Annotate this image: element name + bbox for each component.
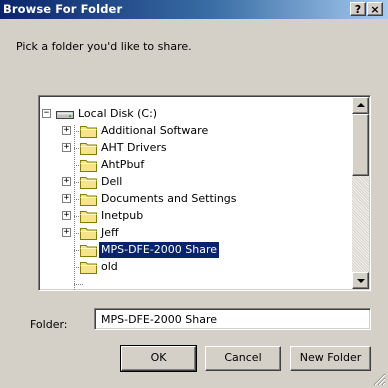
cancel-button[interactable]: Cancel: [205, 346, 281, 371]
tree-folder-node[interactable]: + Inetpub: [39, 208, 339, 224]
expand-icon[interactable]: +: [62, 126, 71, 135]
tree-folder-node[interactable]: MPS-DFE-2000 Share: [39, 242, 339, 258]
tree-root-node[interactable]: − Local Disk (C:): [39, 106, 239, 122]
tree-folder-node[interactable]: old: [39, 259, 339, 275]
title-bar[interactable]: Browse For Folder ? ×: [0, 0, 388, 19]
folder-icon: [80, 228, 97, 240]
drive-icon: [56, 111, 74, 119]
tree-node-label: MPS-DFE-2000 Share: [99, 242, 220, 258]
scroll-up-button[interactable]: [352, 97, 369, 114]
tree-folder-node[interactable]: AhtPbuf: [39, 157, 339, 173]
expand-icon[interactable]: +: [62, 228, 71, 237]
folder-icon: [80, 194, 97, 206]
tree-node-label: Local Disk (C:): [78, 107, 158, 120]
expand-icon[interactable]: +: [62, 177, 71, 186]
tree-folder-node[interactable]: + Jeff: [39, 225, 339, 241]
vertical-scrollbar[interactable]: [352, 97, 369, 289]
resize-grip-icon[interactable]: [372, 372, 386, 386]
tree-node-label: old: [101, 260, 118, 273]
tree-node-label: AHT Drivers: [101, 141, 167, 154]
tree-node-label: Dell: [101, 175, 123, 188]
tree-node-label: Documents and Settings: [101, 192, 237, 205]
tree-folder-node[interactable]: + Documents and Settings: [39, 191, 339, 207]
help-button[interactable]: ?: [350, 2, 366, 16]
folder-tree[interactable]: − Local Disk (C:) + Additional Software + A…: [38, 95, 371, 291]
tree-node-label: Inetpub: [101, 209, 144, 222]
folder-field-label: Folder:: [30, 318, 68, 331]
folder-icon: [80, 262, 97, 274]
expand-icon[interactable]: +: [62, 143, 71, 152]
tree-folder-node[interactable]: + Additional Software: [39, 123, 339, 139]
instruction-text: Pick a folder you'd like to share.: [16, 40, 192, 53]
collapse-icon[interactable]: −: [42, 109, 51, 118]
expand-icon[interactable]: +: [62, 211, 71, 220]
tree-node-label: Additional Software: [101, 124, 209, 137]
tree-node-label: AhtPbuf: [101, 158, 145, 171]
scroll-thumb[interactable]: [352, 114, 369, 176]
folder-icon: [80, 160, 97, 172]
expand-icon[interactable]: +: [62, 194, 71, 203]
new-folder-button[interactable]: New Folder: [290, 346, 371, 371]
folder-icon: [80, 211, 97, 223]
window-title: Browse For Folder: [3, 2, 123, 16]
folder-input[interactable]: [94, 308, 371, 330]
scroll-down-button[interactable]: [352, 272, 369, 289]
folder-icon: [80, 245, 97, 257]
tree-node-label: Jeff: [101, 226, 119, 239]
folder-icon: [80, 177, 97, 189]
folder-icon: [80, 126, 97, 138]
folder-icon: [80, 143, 97, 155]
tree-folder-node[interactable]: + Dell: [39, 174, 339, 190]
ok-button[interactable]: OK: [120, 345, 197, 372]
tree-folder-node[interactable]: + AHT Drivers: [39, 140, 339, 156]
close-button[interactable]: ×: [367, 2, 383, 16]
